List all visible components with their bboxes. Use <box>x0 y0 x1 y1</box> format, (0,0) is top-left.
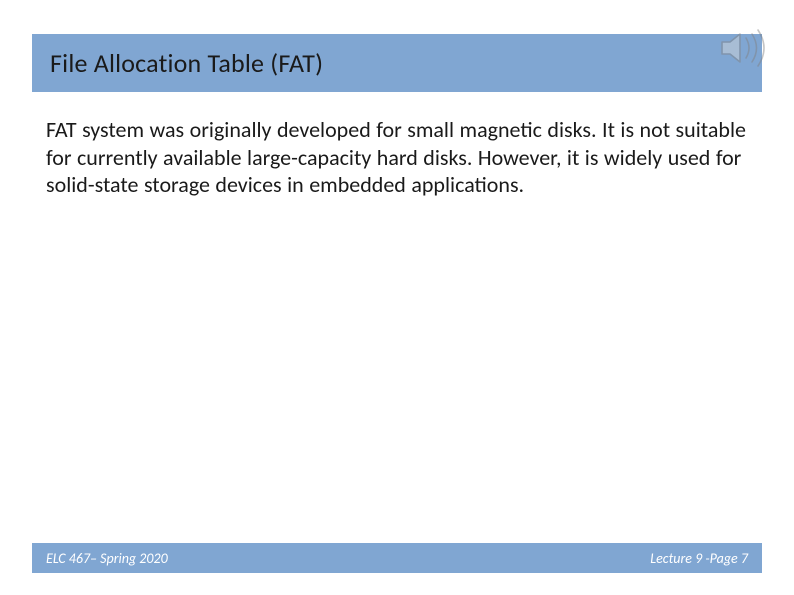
slide: File Allocation Table (FAT) FAT system w… <box>0 0 794 595</box>
title-bar: File Allocation Table (FAT) <box>32 34 762 92</box>
speaker-icon <box>716 24 772 72</box>
footer-right: Lecture 9 -Page 7 <box>650 550 748 567</box>
footer-left: ELC 467– Spring 2020 <box>46 550 168 567</box>
slide-body: FAT system was originally developed for … <box>46 116 748 199</box>
footer: ELC 467– Spring 2020 Lecture 9 -Page 7 <box>32 543 762 573</box>
slide-title: File Allocation Table (FAT) <box>50 47 323 79</box>
